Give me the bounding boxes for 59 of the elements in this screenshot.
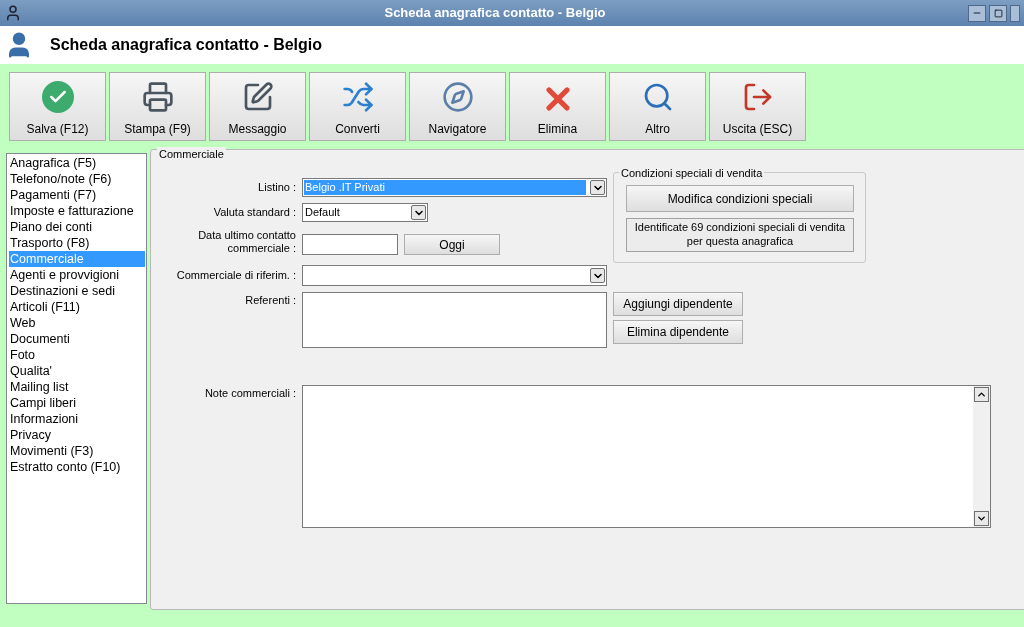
sidebar-item[interactable]: Web [9, 315, 145, 331]
currency-dropdown[interactable]: Default [302, 203, 428, 222]
sidebar-item[interactable]: Trasporto (F8) [9, 235, 145, 251]
sidebar-item[interactable]: Estratto conto (F10) [9, 459, 145, 475]
sidebar-item[interactable]: Movimenti (F3) [9, 443, 145, 459]
header-title: Scheda anagrafica contatto - Belgio [50, 35, 323, 55]
date-input-field[interactable] [302, 234, 398, 255]
toolbar-button[interactable]: Stampa (F9) [109, 72, 206, 141]
sidebar-item[interactable]: Qualita' [9, 363, 145, 379]
printer-icon [141, 81, 174, 113]
sidebar-item[interactable]: Articoli (F11) [9, 299, 145, 315]
app-icon [4, 4, 22, 22]
scroll-down-icon[interactable] [974, 511, 989, 526]
modify-conditions-button[interactable]: Modifica condizioni speciali [626, 185, 854, 212]
conditions-info: Identificate 69 condizioni speciali di vendita per questa anagrafica [626, 218, 854, 252]
toolbar-button[interactable]: Navigatore [409, 72, 506, 141]
sidebar-item[interactable]: Privacy [9, 427, 145, 443]
dropdown-value: Belgio .IT Privati [304, 180, 586, 195]
today-button[interactable]: Oggi [404, 234, 500, 255]
toolbar-button[interactable]: Elimina [509, 72, 606, 141]
check-icon [41, 81, 74, 113]
minimize-button[interactable] [968, 4, 986, 22]
close-button[interactable] [1010, 4, 1020, 22]
compass-icon [441, 81, 474, 113]
toolbar-button[interactable]: Uscita (ESC) [709, 72, 806, 141]
dependent-button[interactable]: Aggiungi dipendente [613, 292, 743, 316]
dependent-button[interactable]: Elimina dipendente [613, 320, 743, 344]
toolbar-button[interactable]: Messaggio [209, 72, 306, 141]
sidebar-item[interactable]: Destinazioni e sedi [9, 283, 145, 299]
sales-rep-dropdown[interactable] [302, 265, 607, 286]
sidebar-item[interactable]: Imposte e fatturazione [9, 203, 145, 219]
field-label: Commerciale di riferim. : [175, 268, 296, 284]
toolbar-button[interactable]: Altro [609, 72, 706, 141]
dropdown-value: Default [305, 205, 340, 221]
sidebar-item[interactable]: Telefono/note (F6) [9, 171, 145, 187]
scrollbar[interactable] [973, 386, 990, 527]
sidebar-item[interactable]: Pagamenti (F7) [9, 187, 145, 203]
field-label: Data ultimo contatto commerciale : [197, 229, 296, 255]
field-label: Listino : [257, 180, 296, 196]
field-label: Referenti : [244, 293, 296, 308]
field-label: Valuta standard : [212, 205, 296, 221]
sidebar-item[interactable]: Piano dei conti [9, 219, 145, 235]
sidebar-item[interactable]: Anagrafica (F5) [9, 155, 145, 171]
toolbar-button[interactable]: Salva (F12) [9, 72, 106, 141]
toolbar-button[interactable]: Converti [309, 72, 406, 141]
maximize-button[interactable] [989, 4, 1007, 22]
sidebar-item[interactable]: Campi liberi [9, 395, 145, 411]
sidebar-item[interactable]: Documenti [9, 331, 145, 347]
sidebar-item[interactable]: Informazioni [9, 411, 145, 427]
shuffle-icon [341, 81, 374, 113]
sidebar-item[interactable]: Agenti e provvigioni [9, 267, 145, 283]
maximize-icon [993, 8, 1003, 18]
field-label: Note commerciali : [203, 386, 296, 401]
scroll-up-icon[interactable] [974, 387, 989, 402]
window-title: Scheda anagrafica contatto - Belgio [383, 4, 607, 23]
sidebar-item[interactable]: Foto [9, 347, 145, 363]
sidebar-item[interactable]: Mailing list [9, 379, 145, 395]
contacts-text-area[interactable] [302, 292, 607, 348]
panel-legend: Commerciale [157, 147, 226, 161]
